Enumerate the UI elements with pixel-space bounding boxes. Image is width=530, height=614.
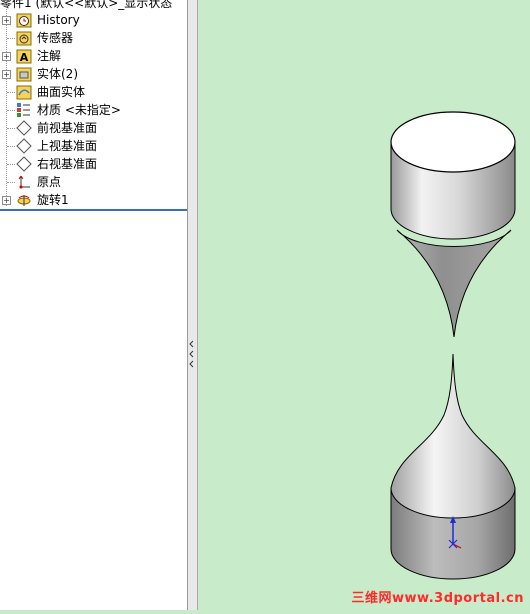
tree-item-surface-bodies[interactable]: 曲面实体	[0, 83, 187, 101]
history-icon	[16, 13, 32, 28]
tree-item-label: 旋转1	[37, 193, 69, 207]
tree-item-label: 右视基准面	[37, 157, 98, 171]
tree-item-solid-bodies[interactable]: + 实体(2)	[0, 65, 187, 83]
tree-item-label: History	[37, 13, 80, 27]
tree-branch-line	[7, 146, 15, 147]
tree-item-label: 注解	[37, 49, 62, 63]
tree-item-label: 原点	[37, 175, 62, 189]
tree-branch-line	[7, 110, 15, 111]
tree-branch-line	[7, 164, 15, 165]
tree-item-label: 材质 <未指定>	[37, 103, 121, 117]
rollback-bar[interactable]	[0, 209, 187, 211]
tree-branch-line	[7, 128, 15, 129]
plane-icon	[16, 156, 32, 172]
model-render	[390, 111, 516, 580]
tree-item-label: 曲面实体	[37, 85, 86, 99]
tree-item-material[interactable]: 材质 <未指定>	[0, 101, 187, 119]
tree-branch-line	[7, 38, 15, 39]
upper-body[interactable]	[390, 111, 516, 338]
tree-item-top-plane[interactable]: 上视基准面	[0, 137, 187, 155]
tree-item-sensors[interactable]: 传感器	[0, 29, 187, 47]
tree-item-label: 实体(2)	[37, 67, 78, 81]
tree-item-label: 传感器	[37, 31, 74, 45]
tree-branch-line	[7, 92, 15, 93]
tree-item-origin[interactable]: 原点	[0, 173, 187, 191]
expand-icon[interactable]: +	[2, 196, 11, 205]
tree-item-front-plane[interactable]: 前视基准面	[0, 119, 187, 137]
tree-item-annotations[interactable]: + A 注解	[0, 47, 187, 65]
tree-item-history[interactable]: + History	[0, 11, 187, 29]
expand-icon[interactable]: +	[2, 52, 11, 61]
feature-manager-tree: 零件1 (默认<<默认>_显示状态 + History 传感器 + A 注解 +	[0, 0, 188, 610]
graphics-area[interactable]	[198, 0, 530, 610]
sensor-icon	[16, 31, 32, 46]
origin-icon	[18, 175, 30, 189]
watermark-text: 三维网www.3dportal.cn	[351, 591, 524, 606]
revolve-icon	[17, 195, 31, 206]
material-icon	[17, 103, 30, 117]
svg-text:A: A	[20, 51, 29, 64]
plane-icon	[16, 138, 32, 154]
part-title[interactable]: 零件1 (默认<<默认>_显示状态	[0, 0, 172, 10]
solid-bodies-icon	[16, 67, 32, 82]
panel-splitter[interactable]	[188, 0, 198, 610]
plane-icon	[16, 120, 32, 136]
expand-icon[interactable]: +	[2, 16, 11, 25]
tree-item-revolve1[interactable]: + 旋转1	[0, 191, 187, 209]
expand-icon[interactable]: +	[2, 70, 11, 79]
tree-item-label: 上视基准面	[37, 139, 98, 153]
collapse-arrows-icon[interactable]	[189, 337, 195, 375]
tree-branch-line	[7, 182, 15, 183]
tree-item-label: 前视基准面	[37, 121, 98, 135]
surface-bodies-icon	[16, 85, 32, 100]
lower-body[interactable]	[390, 353, 516, 580]
tree-item-right-plane[interactable]: 右视基准面	[0, 155, 187, 173]
annotation-icon: A	[16, 49, 32, 64]
